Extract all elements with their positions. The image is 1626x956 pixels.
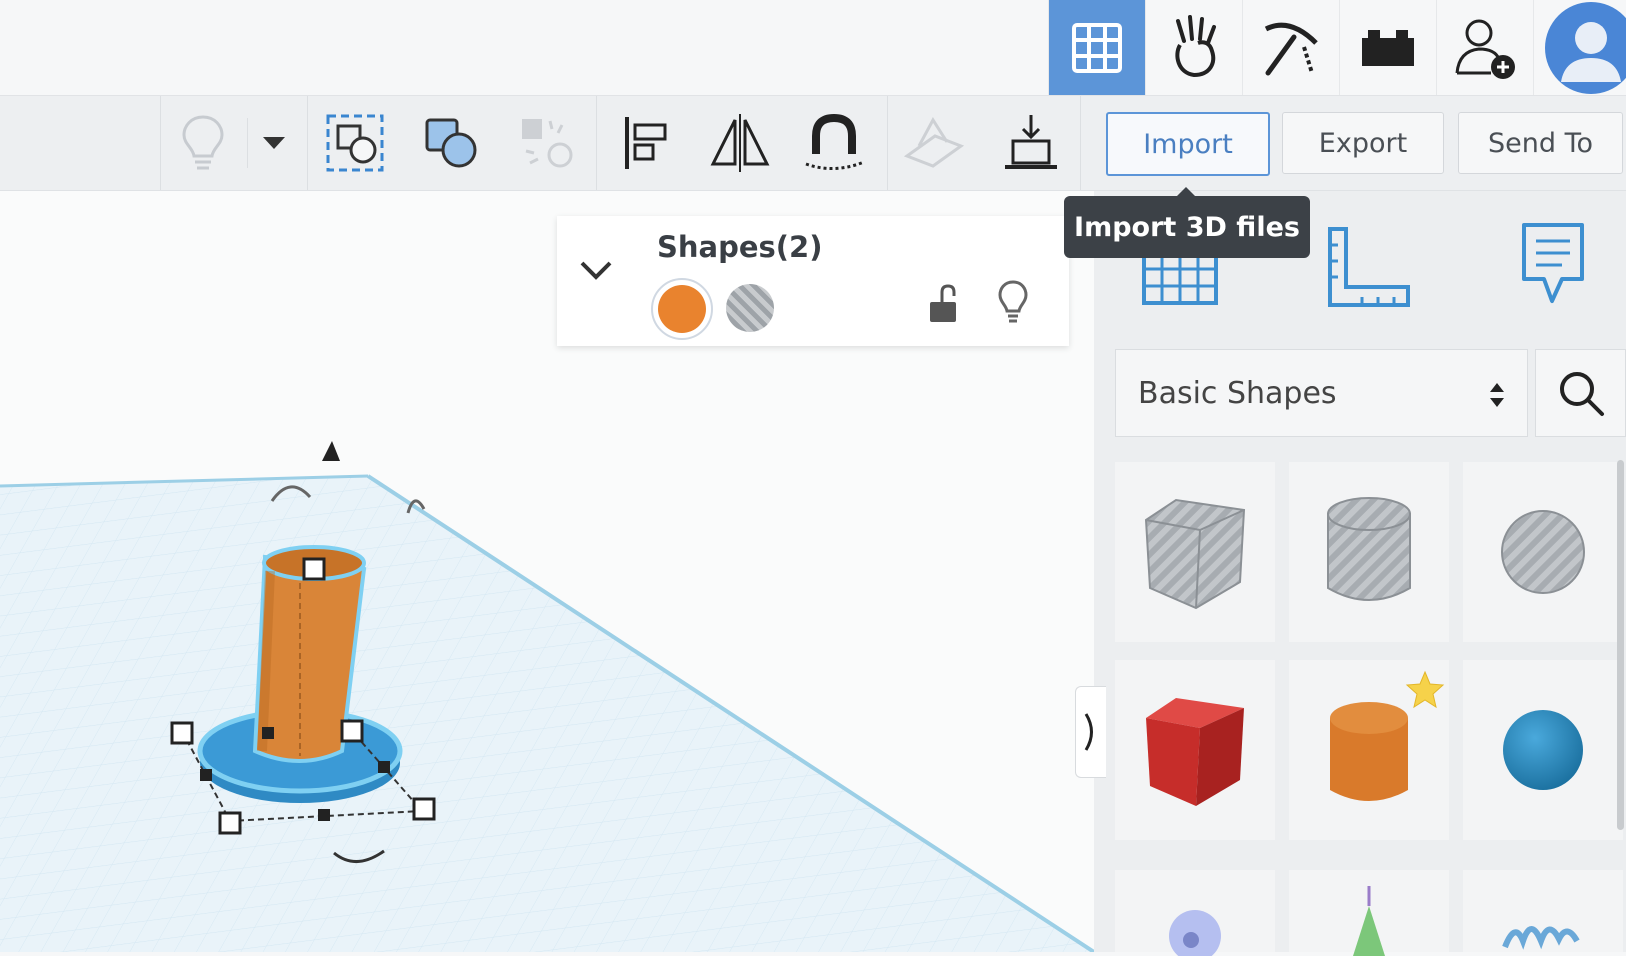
group-button[interactable]	[320, 106, 390, 180]
shape-preview-icon	[1155, 896, 1235, 956]
drop-icon	[1003, 113, 1059, 173]
caret-down-icon	[263, 137, 285, 149]
shape-inspector-panel: Shapes(2)	[557, 216, 1069, 346]
shape-tile-box[interactable]	[1115, 660, 1275, 840]
cylinder-hole-icon	[1324, 494, 1414, 610]
shape-tile-sphere[interactable]	[1463, 660, 1623, 840]
toolbar-divider	[887, 96, 888, 190]
group-icon	[326, 114, 384, 172]
box-hole-icon	[1140, 492, 1250, 612]
hand-gesture-icon	[1166, 15, 1222, 81]
import-tooltip: Import 3D files	[1064, 196, 1310, 258]
hide-button[interactable]	[998, 280, 1028, 328]
mirror-button[interactable]	[705, 106, 775, 180]
import-button[interactable]: Import	[1106, 112, 1270, 176]
sphere-icon	[1501, 708, 1585, 792]
shape-tile-cylinder-hole[interactable]	[1289, 462, 1449, 642]
toolbar-divider	[307, 96, 308, 190]
bricks-button[interactable]	[1339, 0, 1436, 95]
drop-button[interactable]	[996, 106, 1066, 180]
box-icon	[1140, 690, 1250, 810]
shape-tile-sphere-hole[interactable]	[1463, 462, 1623, 642]
library-scrollbar[interactable]	[1617, 460, 1624, 830]
grid-view-button[interactable]	[1048, 0, 1145, 95]
lightbulb-icon	[181, 114, 225, 172]
note-comment-icon	[1518, 221, 1588, 307]
unlock-icon	[928, 284, 958, 324]
user-avatar-icon	[1535, 2, 1626, 94]
lock-button[interactable]	[928, 284, 958, 328]
toolbar: Import Export Send To	[0, 96, 1626, 191]
shape-tile-box-hole[interactable]	[1115, 462, 1275, 642]
shape-tile-text[interactable]	[1115, 870, 1275, 952]
raise-arrow-icon	[322, 441, 340, 461]
toggle-visibility-button[interactable]	[168, 106, 238, 180]
pickaxe-icon	[1260, 17, 1322, 79]
collapse-panel-button[interactable]	[579, 260, 613, 284]
orange-color-chip	[658, 285, 706, 333]
brick-icon	[1360, 28, 1416, 68]
hand-gesture-button[interactable]	[1145, 0, 1242, 95]
shape-tile-cone[interactable]	[1289, 870, 1449, 952]
user-avatar-button[interactable]	[1533, 0, 1626, 95]
collapse-library-button[interactable]	[1075, 686, 1106, 778]
shape-tile-scribble[interactable]	[1463, 870, 1623, 952]
search-icon	[1557, 369, 1605, 417]
add-user-icon	[1453, 15, 1517, 81]
lightbulb-icon	[998, 280, 1028, 324]
shape-category-label: Basic Shapes	[1138, 376, 1337, 411]
workplane-button[interactable]	[899, 106, 969, 180]
send-to-button[interactable]: Send To	[1458, 112, 1623, 174]
magnet-icon	[804, 114, 866, 172]
toolbar-divider	[596, 96, 597, 190]
ungroup-icon	[423, 116, 481, 170]
pickaxe-button[interactable]	[1242, 0, 1339, 95]
cruise-button[interactable]	[800, 106, 870, 180]
hole-swatch[interactable]	[726, 284, 774, 332]
toolbar-divider	[1080, 96, 1081, 190]
top-bar	[0, 0, 1626, 96]
ungroup-button[interactable]	[417, 106, 487, 180]
sphere-hole-icon	[1498, 507, 1588, 597]
sort-arrows-icon	[1488, 380, 1506, 410]
cylinder-icon	[1324, 692, 1414, 808]
ruler-button[interactable]	[1326, 225, 1412, 313]
scribble-icon	[1501, 911, 1585, 951]
align-icon	[623, 115, 671, 171]
chevron-down-icon	[579, 260, 613, 280]
ruler-icon	[1326, 225, 1412, 309]
shapes-count-title: Shapes(2)	[657, 230, 822, 264]
invite-user-button[interactable]	[1436, 0, 1533, 95]
toolbar-divider	[160, 96, 161, 190]
notes-button[interactable]	[1518, 221, 1588, 311]
export-button[interactable]: Export	[1282, 112, 1444, 174]
shape-category-select[interactable]: Basic Shapes	[1115, 349, 1528, 437]
scatter-button[interactable]	[512, 106, 582, 180]
shape-search-button[interactable]	[1535, 349, 1626, 437]
workplane-icon	[903, 116, 965, 170]
star-icon	[1405, 670, 1445, 710]
mirror-icon	[709, 114, 771, 172]
visibility-dropdown-button[interactable]	[252, 106, 296, 180]
cone-icon	[1339, 886, 1399, 956]
toolbar-divider	[247, 118, 248, 168]
grid-view-icon	[1072, 23, 1122, 73]
scatter-icon	[518, 115, 576, 171]
chevron-right-icon	[1083, 712, 1099, 752]
shape-tile-cylinder[interactable]	[1289, 660, 1449, 840]
solid-color-swatch[interactable]	[651, 278, 713, 340]
align-button[interactable]	[612, 106, 682, 180]
